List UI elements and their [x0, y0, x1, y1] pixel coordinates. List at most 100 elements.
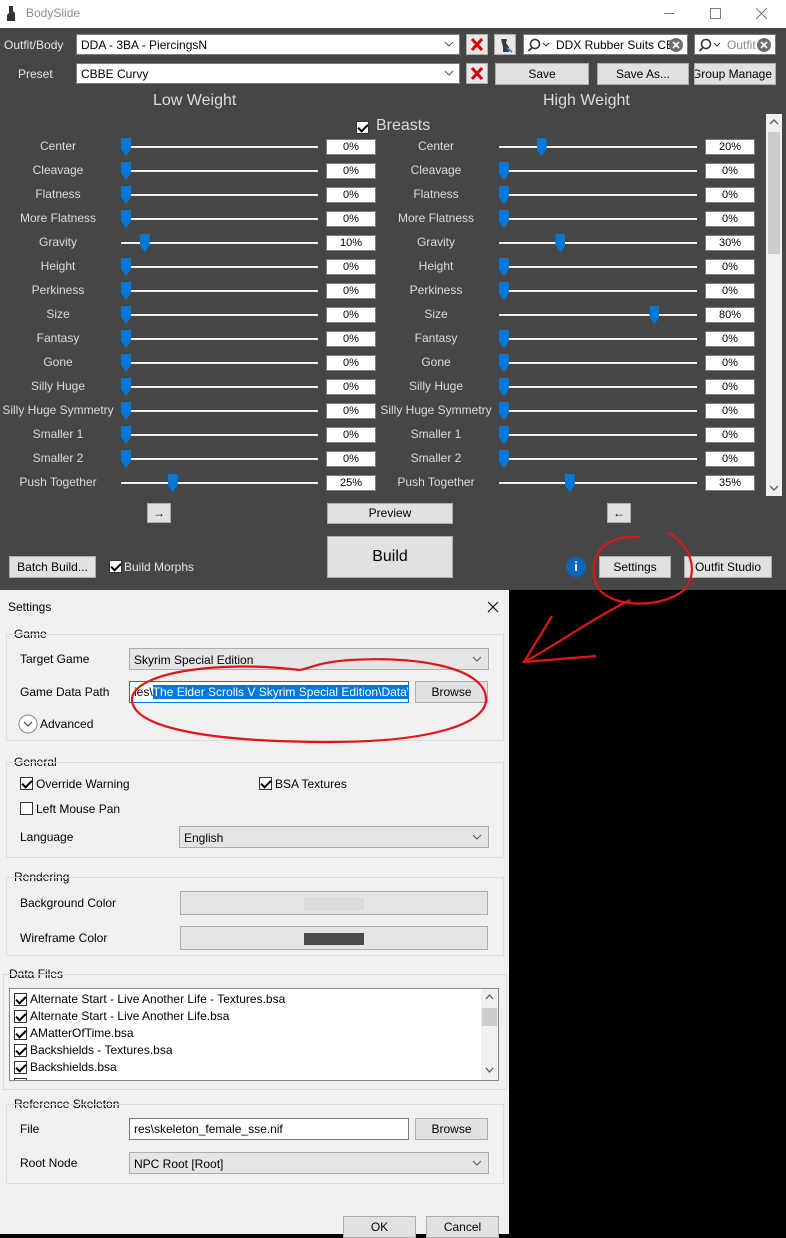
background-color-picker[interactable] — [180, 891, 488, 915]
low-slider-track[interactable] — [121, 314, 318, 316]
save-preset-button[interactable]: Save — [495, 63, 589, 85]
data-files-scrollbar[interactable] — [481, 989, 498, 1080]
low-slider-value[interactable]: 0% — [326, 283, 376, 299]
high-slider-track[interactable] — [499, 218, 697, 220]
cancel-button[interactable]: Cancel — [426, 1216, 499, 1238]
copy-low-to-high-button[interactable]: → — [147, 503, 171, 523]
bsa-textures-checkbox[interactable] — [259, 777, 272, 790]
low-slider-thumb[interactable] — [121, 186, 131, 204]
low-slider-track[interactable] — [121, 290, 318, 292]
high-slider-thumb[interactable] — [499, 210, 509, 228]
batch-build-button[interactable]: Batch Build... — [9, 556, 96, 578]
low-slider-track[interactable] — [121, 194, 318, 196]
low-slider-track[interactable] — [121, 170, 318, 172]
root-node-select[interactable]: NPC Root [Root] — [129, 1152, 489, 1174]
data-file-item[interactable]: Backshields.bsa — [10, 1059, 480, 1076]
high-slider-thumb[interactable] — [499, 378, 509, 396]
high-slider-track[interactable] — [499, 290, 697, 292]
outfit-filter-box[interactable]: Outfit — [694, 34, 776, 55]
low-slider-track[interactable] — [121, 362, 318, 364]
low-slider-thumb[interactable] — [121, 258, 131, 276]
delete-preset-button[interactable] — [466, 63, 488, 84]
low-slider-track[interactable] — [121, 410, 318, 412]
copy-high-to-low-button[interactable]: ← — [607, 503, 631, 523]
low-slider-track[interactable] — [121, 386, 318, 388]
low-slider-value[interactable]: 0% — [326, 379, 376, 395]
low-slider-value[interactable]: 0% — [326, 307, 376, 323]
high-slider-value[interactable]: 0% — [705, 331, 755, 347]
low-slider-thumb[interactable] — [121, 282, 131, 300]
preset-select[interactable]: CBBE Curvy — [76, 63, 460, 84]
low-slider-track[interactable] — [121, 218, 318, 220]
scroll-down-icon[interactable] — [485, 1067, 494, 1074]
data-file-checkbox[interactable] — [14, 1061, 27, 1074]
close-button[interactable] — [738, 0, 784, 28]
high-slider-value[interactable]: 30% — [705, 235, 755, 251]
high-slider-value[interactable]: 20% — [705, 139, 755, 155]
game-data-browse-button[interactable]: Browse — [415, 681, 488, 703]
low-slider-thumb[interactable] — [121, 402, 131, 420]
low-slider-thumb[interactable] — [121, 162, 131, 180]
preview-button[interactable]: Preview — [327, 503, 453, 524]
low-slider-value[interactable]: 0% — [326, 427, 376, 443]
low-slider-value[interactable]: 25% — [326, 475, 376, 491]
maximize-button[interactable] — [692, 0, 738, 28]
high-slider-thumb[interactable] — [499, 354, 509, 372]
high-slider-track[interactable] — [499, 458, 697, 460]
scroll-thumb[interactable] — [768, 132, 780, 254]
high-slider-value[interactable]: 35% — [705, 475, 755, 491]
low-slider-thumb[interactable] — [121, 354, 131, 372]
game-data-path-input[interactable]: ies\The Elder Scrolls V Skyrim Special E… — [129, 681, 409, 703]
data-file-item[interactable]: Alternate Start - Live Another Life.bsa — [10, 1008, 480, 1025]
low-slider-track[interactable] — [121, 266, 318, 268]
data-files-scroll-thumb[interactable] — [482, 1008, 497, 1026]
high-slider-thumb[interactable] — [499, 258, 509, 276]
high-slider-thumb[interactable] — [499, 426, 509, 444]
high-slider-value[interactable]: 0% — [705, 403, 755, 419]
breasts-category-checkbox[interactable] — [356, 121, 369, 134]
group-filter-button[interactable] — [494, 34, 516, 55]
outfit-studio-button[interactable]: Outfit Studio — [684, 556, 772, 578]
high-slider-track[interactable] — [499, 338, 697, 340]
low-slider-track[interactable] — [121, 242, 318, 244]
high-slider-track[interactable] — [499, 146, 697, 148]
ok-button[interactable]: OK — [343, 1216, 416, 1238]
high-slider-value[interactable]: 0% — [705, 259, 755, 275]
high-slider-track[interactable] — [499, 482, 697, 484]
data-file-item[interactable]: Alternate Start - Live Another Life - Te… — [10, 991, 480, 1008]
outfit-body-select[interactable]: DDA - 3BA - PiercingsN — [76, 34, 460, 55]
low-slider-value[interactable]: 0% — [326, 259, 376, 275]
scroll-up-icon[interactable] — [769, 118, 779, 126]
clear-search-icon[interactable] — [669, 38, 683, 52]
scroll-up-icon[interactable] — [485, 993, 494, 1000]
data-file-checkbox[interactable] — [14, 1044, 27, 1057]
override-warning-checkbox[interactable] — [20, 777, 33, 790]
low-slider-track[interactable] — [121, 434, 318, 436]
group-manage-button[interactable]: Group Manage — [694, 63, 776, 85]
language-select[interactable]: English — [179, 826, 489, 848]
low-slider-thumb[interactable] — [121, 378, 131, 396]
high-slider-track[interactable] — [499, 386, 697, 388]
high-slider-value[interactable]: 0% — [705, 355, 755, 371]
high-slider-value[interactable]: 0% — [705, 379, 755, 395]
low-slider-value[interactable]: 0% — [326, 403, 376, 419]
low-slider-track[interactable] — [121, 482, 318, 484]
high-slider-thumb[interactable] — [555, 234, 566, 252]
left-mouse-pan-checkbox[interactable] — [20, 802, 33, 815]
high-slider-thumb[interactable] — [499, 186, 509, 204]
build-button[interactable]: Build — [327, 536, 453, 578]
low-slider-thumb[interactable] — [139, 234, 150, 252]
high-slider-track[interactable] — [499, 170, 697, 172]
data-file-item[interactable]: AMatterOfTime.bsa — [10, 1025, 480, 1042]
high-slider-value[interactable]: 80% — [705, 307, 755, 323]
low-slider-value[interactable]: 0% — [326, 355, 376, 371]
high-slider-track[interactable] — [499, 266, 697, 268]
low-slider-value[interactable]: 0% — [326, 187, 376, 203]
low-slider-thumb[interactable] — [121, 138, 131, 156]
low-slider-thumb[interactable] — [121, 306, 131, 324]
minimize-button[interactable] — [646, 0, 692, 28]
save-as-preset-button[interactable]: Save As... — [597, 63, 689, 85]
high-slider-thumb[interactable] — [649, 306, 660, 324]
high-slider-track[interactable] — [499, 410, 697, 412]
low-slider-value[interactable]: 0% — [326, 211, 376, 227]
